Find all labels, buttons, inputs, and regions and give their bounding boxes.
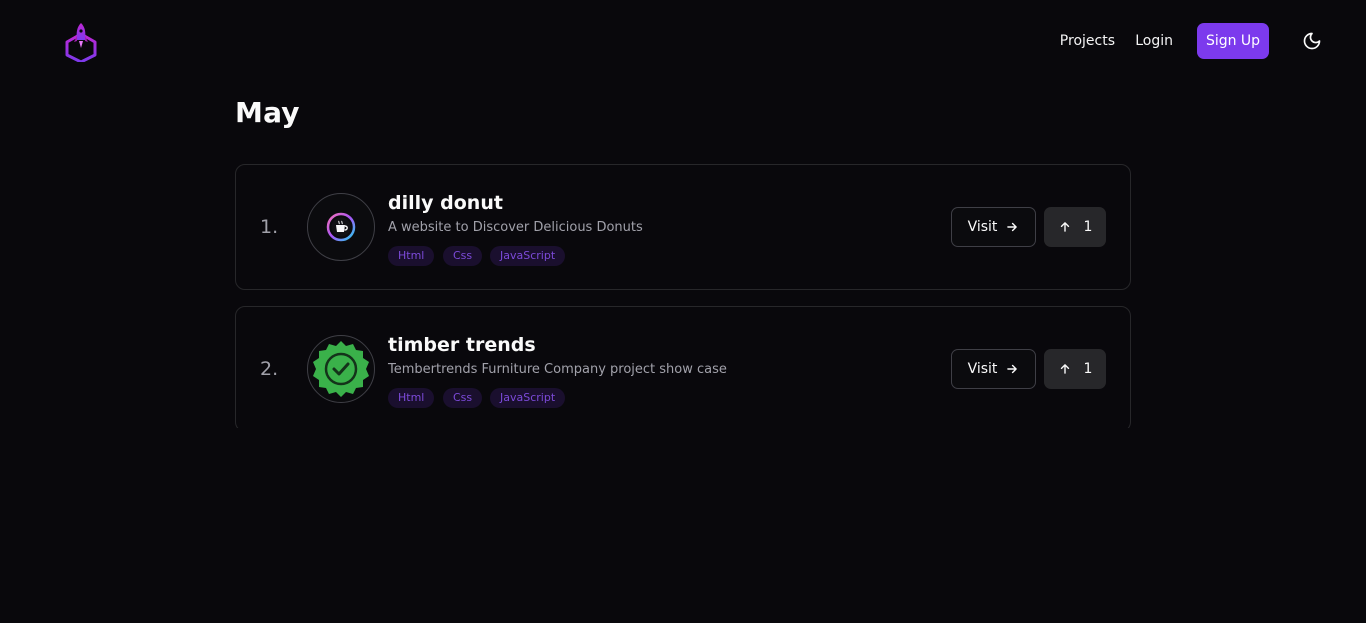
month-heading: May	[235, 96, 300, 129]
tag-badge: JavaScript	[490, 388, 566, 408]
project-name[interactable]: timber trends	[388, 334, 536, 356]
project-description: Tembertrends Furniture Company project s…	[388, 362, 727, 377]
signup-button[interactable]: Sign Up	[1197, 23, 1269, 59]
nav-login-link[interactable]: Login	[1135, 23, 1173, 59]
rocket-cube-logo-icon[interactable]	[64, 22, 98, 62]
upvote-count: 1	[1083, 361, 1093, 377]
tag-badge: Css	[443, 388, 483, 408]
visit-button-label: Visit	[967, 361, 998, 377]
project-card: 2. timber trends Tembertrends Furniture …	[235, 306, 1131, 428]
site-header: Projects Login Sign Up	[0, 0, 1366, 84]
project-name[interactable]: dilly donut	[388, 192, 503, 214]
nav-projects-link[interactable]: Projects	[1060, 23, 1115, 59]
moon-icon[interactable]	[1302, 31, 1322, 51]
project-rank: 2.	[260, 358, 279, 380]
green-check-badge-icon	[313, 341, 369, 397]
project-avatar[interactable]	[307, 335, 375, 403]
visit-button[interactable]: Visit	[951, 207, 1036, 247]
tag-badge: JavaScript	[490, 246, 566, 266]
arrow-right-icon	[1007, 364, 1018, 374]
project-list: 1. dilly donut A website to Discover Del…	[235, 164, 1131, 428]
tag-badge: Html	[388, 388, 435, 408]
tag-badge: Html	[388, 246, 435, 266]
arrow-right-icon	[1007, 222, 1018, 232]
top-nav: Projects Login Sign Up	[1060, 23, 1366, 59]
visit-button[interactable]: Visit	[951, 349, 1036, 389]
upvote-button[interactable]: 1	[1044, 207, 1106, 247]
project-card: 1. dilly donut A website to Discover Del…	[235, 164, 1131, 290]
upvote-button[interactable]: 1	[1044, 349, 1106, 389]
tag-badge: Css	[443, 246, 483, 266]
arrow-up-icon	[1060, 364, 1069, 374]
arrow-up-icon	[1060, 222, 1069, 232]
project-description: A website to Discover Delicious Donuts	[388, 220, 643, 235]
upvote-count: 1	[1083, 219, 1093, 235]
visit-button-label: Visit	[967, 219, 998, 235]
project-rank: 1.	[260, 216, 279, 238]
project-avatar[interactable]	[307, 193, 375, 261]
coffee-cup-logo-icon	[326, 212, 356, 242]
